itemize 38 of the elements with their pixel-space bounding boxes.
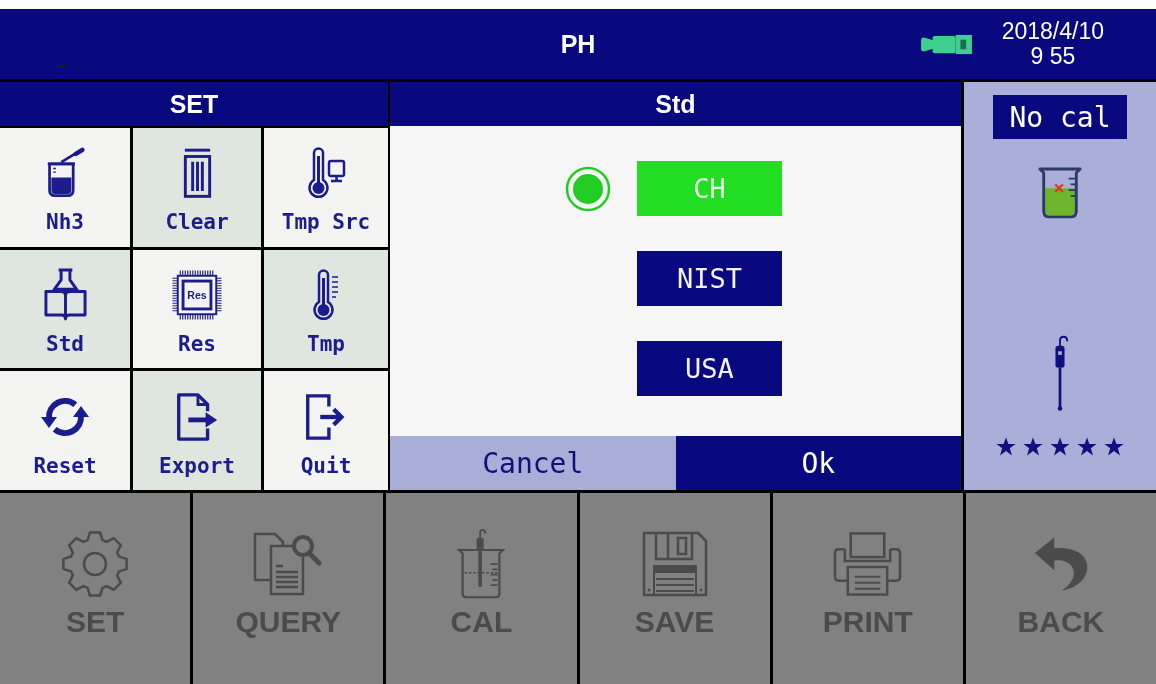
menu-tile[interactable]: Tmp Src bbox=[264, 128, 388, 247]
dash-icon bbox=[57, 65, 68, 68]
standard-option[interactable]: NIST bbox=[637, 251, 782, 306]
star-icon bbox=[996, 437, 1016, 456]
menu-tile[interactable]: Tmp bbox=[264, 249, 388, 369]
usb-plug-icon bbox=[920, 32, 973, 56]
menu-tile[interactable]: Nh3 bbox=[0, 128, 130, 247]
dialog-title: Std bbox=[390, 82, 961, 126]
star-icon bbox=[1023, 437, 1043, 456]
beaker-electrode-icon bbox=[455, 529, 508, 599]
back-arrow-icon bbox=[1032, 536, 1089, 592]
thermometer-icon bbox=[311, 269, 341, 321]
beaker-dropper-icon bbox=[45, 147, 85, 200]
star-icon bbox=[1077, 437, 1097, 456]
flask-book-icon bbox=[42, 268, 88, 322]
menu-tile[interactable]: Clear bbox=[133, 128, 261, 247]
dialog-button[interactable]: Cancel bbox=[390, 436, 676, 490]
menu-tile[interactable]: Std bbox=[0, 249, 130, 369]
menu-tile[interactable]: Export bbox=[133, 371, 261, 490]
beaker-icon bbox=[1037, 165, 1083, 219]
star-icon bbox=[1104, 437, 1124, 456]
menu-tile[interactable]: Reset bbox=[0, 371, 130, 490]
gear-icon bbox=[61, 530, 130, 598]
date-text: 2018/4/10 bbox=[1001, 19, 1104, 44]
screen-title: PH bbox=[560, 29, 596, 59]
menu-tile[interactable]: Quit bbox=[264, 371, 388, 490]
documents-search-icon bbox=[253, 532, 324, 596]
radio-icon bbox=[565, 165, 611, 212]
thermometer-monitor-icon bbox=[306, 147, 346, 200]
printer-icon bbox=[833, 531, 903, 597]
dialog-button[interactable]: Ok bbox=[675, 436, 961, 490]
star-icon bbox=[1050, 437, 1070, 456]
panel-title: SET bbox=[0, 82, 388, 126]
time-text: 9 55 bbox=[1030, 44, 1076, 69]
menu-tile[interactable]: Res Res bbox=[133, 249, 261, 369]
calibration-status: No cal bbox=[993, 95, 1127, 139]
export-icon bbox=[174, 391, 220, 442]
standard-option[interactable]: USA bbox=[637, 341, 782, 396]
